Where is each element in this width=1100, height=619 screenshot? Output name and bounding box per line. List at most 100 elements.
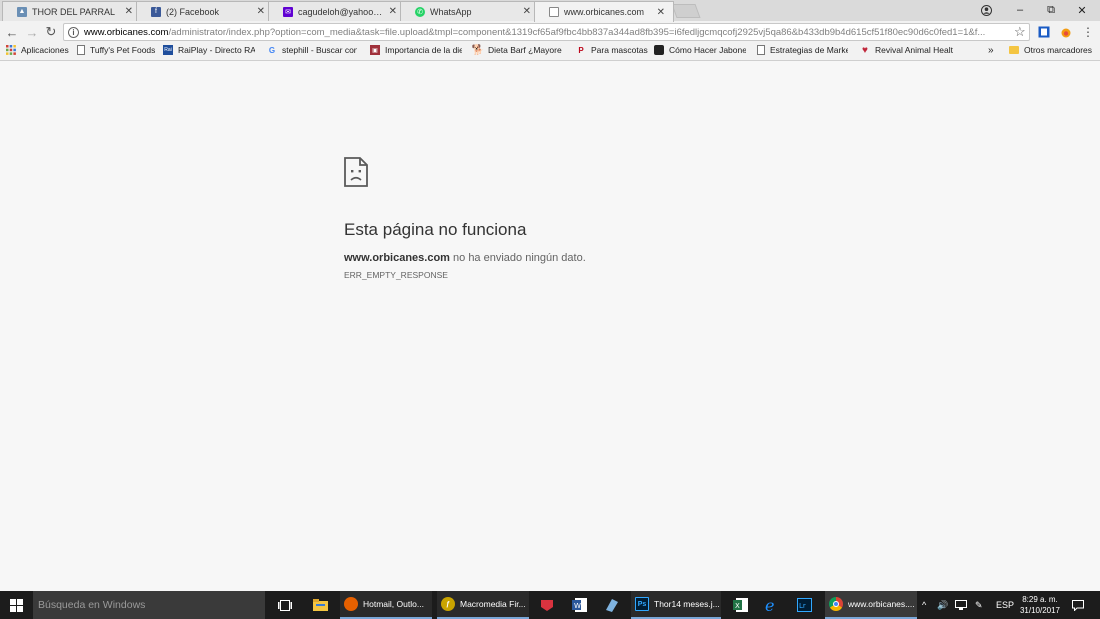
browser-toolbar: ← → ↻ i www.orbicanes.com /administrator… [0,21,1100,43]
sad-page-icon [344,157,368,187]
show-hidden-icons[interactable]: ^ [922,591,926,619]
bookmark-label: RaiPlay - Directo RAI [178,45,255,55]
bookmark-label: Importancia de la die [385,45,462,55]
folder-icon [1009,46,1019,54]
tab-strip: ▲ THOR DEL PARRAL ✕ f (2) Facebook ✕ ✉ c… [0,0,1100,22]
lightroom-icon[interactable]: Lr [791,591,817,619]
bookmark-para-mascotas[interactable]: P Para mascotas [576,45,648,55]
tab-whatsapp[interactable]: ✆ WhatsApp ✕ [400,1,540,21]
bookmark-raiplay[interactable]: Rai RaiPlay - Directo RAI [163,45,255,55]
bookmark-label: Para mascotas [591,45,648,55]
taskbar-app-fireworks[interactable]: ƒ Macromedia Fir... [437,591,529,619]
word-icon[interactable]: W [566,591,592,619]
menu-kebab-icon[interactable]: ⋮ [1081,25,1095,39]
bookmark-label: Dieta Barf ¿Mayores [488,45,562,55]
tab-yahoo-mail[interactable]: ✉ cagudeloh@yahoo.es - Y ✕ [268,1,406,21]
bookmark-star-icon[interactable]: ☆ [1014,24,1026,40]
other-bookmarks-folder[interactable]: Otros marcadores [1009,45,1092,55]
taskbar-app-chrome[interactable]: www.orbicanes.... [825,591,917,619]
tab-thor-del-parral[interactable]: ▲ THOR DEL PARRAL ✕ [2,1,142,21]
task-view-icon[interactable] [272,591,298,619]
minimize-icon[interactable]: – [1005,0,1035,20]
info-icon[interactable]: i [68,26,79,38]
file-explorer-icon[interactable] [307,591,333,619]
extension-flame-icon[interactable] [1059,25,1073,39]
soap-icon [654,45,664,55]
pen-icon[interactable]: ✎ [975,591,983,619]
bookmark-label: Cómo Hacer Jabones [669,45,746,55]
close-tab-icon[interactable]: ✕ [389,6,397,17]
bookmark-google-stephill[interactable]: G stephill - Buscar con [267,45,357,55]
address-path: /administrator/index.php?option=com_medi… [168,26,986,38]
tab-title: cagudeloh@yahoo.es - Y [298,6,385,17]
bookmark-label: Revival Animal Health [875,45,953,55]
pinterest-icon: P [578,45,584,55]
close-tab-icon[interactable]: ✕ [523,6,531,17]
excel-icon[interactable]: X [727,591,753,619]
taskbar-app-photoshop[interactable]: Ps Thor14 meses.j... [631,591,721,619]
bookmark-label: Aplicaciones [21,45,69,55]
other-bookmarks-label: Otros marcadores [1024,45,1093,55]
close-tab-icon[interactable]: ✕ [125,6,133,17]
tab-title: WhatsApp [430,6,472,17]
error-message: no ha enviado ningún dato. [449,252,586,264]
bookmark-revival[interactable]: ♥ Revival Animal Health [860,44,953,56]
clock-date: 31/10/2017 [1019,606,1061,615]
back-arrow-icon[interactable]: ← [4,24,20,40]
close-tab-icon[interactable]: ✕ [257,6,265,17]
bookmark-site-icon: ▣ [370,45,380,55]
bookmarks-overflow-button[interactable]: » [988,45,994,56]
dog-icon: 🐕 [471,44,485,56]
profile-icon[interactable] [971,0,1001,20]
bookmark-label: stephill - Buscar con [282,45,357,55]
google-icon: G [268,45,276,55]
notepad-app-icon[interactable] [598,591,624,619]
page-icon [757,45,765,55]
windows-start-icon[interactable] [0,591,33,619]
notifications-icon[interactable] [1072,591,1084,619]
taskbar-app-label: www.orbicanes.... [848,599,915,609]
tab-title: (2) Facebook [166,6,220,17]
language-indicator[interactable]: ESP [996,591,1014,619]
error-title: Esta página no funciona [344,220,527,239]
svg-text:W: W [574,602,581,610]
taskbar-app-firefox[interactable]: Hotmail, Outlo... [340,591,432,619]
bookmark-importancia[interactable]: ▣ Importancia de la die [370,45,462,55]
error-host: www.orbicanes.com [344,252,450,264]
address-host: www.orbicanes.com [84,26,169,38]
forward-arrow-icon[interactable]: → [24,24,40,40]
raiplay-icon: Rai [163,45,173,55]
red-app-icon[interactable] [534,591,560,619]
tab-title: THOR DEL PARRAL [32,6,116,17]
tab-facebook[interactable]: f (2) Facebook ✕ [136,1,274,21]
close-window-icon[interactable]: ✕ [1067,0,1097,20]
svg-text:X: X [735,602,740,610]
taskbar-app-label: Thor14 meses.j... [654,599,720,609]
edge-icon[interactable]: e [759,591,785,619]
yahoo-mail-icon: ✉ [283,6,293,17]
reload-icon[interactable]: ↻ [43,24,59,40]
clock-time: 8:29 a. m. [1022,595,1058,604]
bookmark-aplicaciones[interactable]: Aplicaciones [6,45,69,55]
whatsapp-icon: ✆ [415,6,425,17]
apps-grid-icon [6,45,16,55]
address-bar[interactable]: i www.orbicanes.com /administrator/index… [63,23,1030,41]
tab-orbicanes-active[interactable]: www.orbicanes.com ✕ [534,1,674,22]
fireworks-icon: ƒ [441,597,455,611]
error-code: ERR_EMPTY_RESPONSE [344,270,448,280]
taskbar-search-input[interactable]: Búsqueda en Windows [33,591,265,619]
heart-icon: ♥ [862,44,868,56]
taskbar-clock[interactable]: 8:29 a. m. 31/10/2017 [1016,594,1064,616]
bookmark-tuffys[interactable]: Tuffy's Pet Foods [77,45,155,55]
close-tab-icon[interactable]: ✕ [657,7,665,18]
volume-icon[interactable]: 🔊 [937,591,948,619]
bookmark-dieta-barf[interactable]: 🐕 Dieta Barf ¿Mayores [471,44,562,56]
firefox-icon [344,597,358,611]
new-tab-button[interactable] [671,4,701,18]
bookmark-estrategias[interactable]: Estrategias de Marke [757,45,848,55]
tab-title: www.orbicanes.com [564,7,645,17]
restore-icon[interactable]: ⧉ [1036,0,1066,20]
extension-blue-icon[interactable] [1037,25,1051,39]
network-icon[interactable] [955,591,967,619]
bookmark-jabones[interactable]: Cómo Hacer Jabones [654,45,746,55]
